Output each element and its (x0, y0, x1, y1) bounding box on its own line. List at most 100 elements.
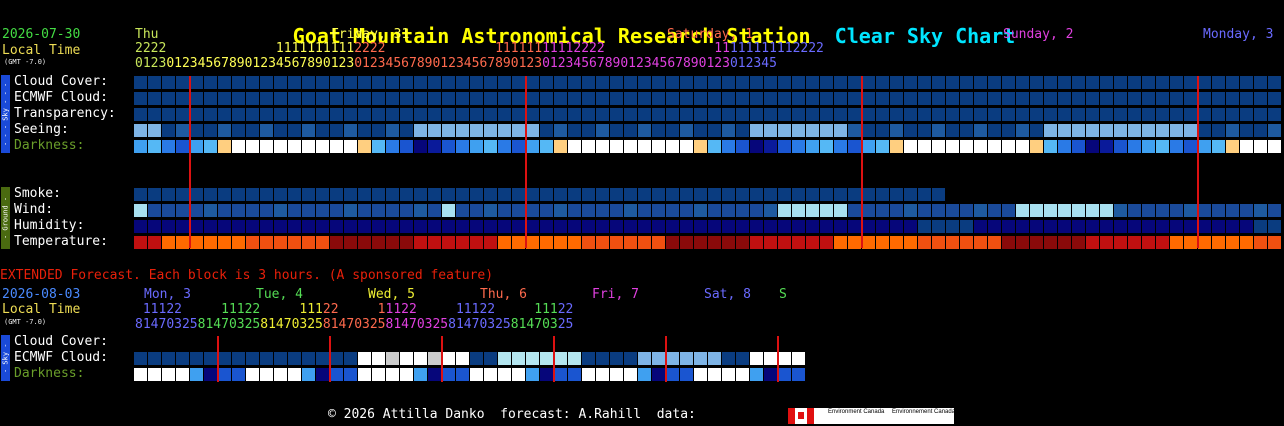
cloud-cover-cell[interactable] (358, 76, 371, 89)
ext-ecmwf-cell[interactable] (708, 352, 721, 365)
smoke-cell[interactable] (750, 188, 763, 201)
ecmwf-cloud-cell[interactable] (1198, 92, 1211, 105)
humidity-cell[interactable] (470, 220, 483, 233)
humidity-cell[interactable] (190, 220, 203, 233)
cloud-cover-cell[interactable] (246, 76, 259, 89)
darkness-cell[interactable] (820, 140, 833, 153)
seeing-cell[interactable] (1184, 124, 1197, 137)
ecmwf-cloud-cell[interactable] (736, 92, 749, 105)
seeing-cell[interactable] (288, 124, 301, 137)
ext-ecmwf-cell[interactable] (344, 352, 357, 365)
transparency-cell[interactable] (484, 108, 497, 121)
temperature-cell[interactable] (512, 236, 525, 249)
ext-darkness-cell[interactable] (288, 368, 301, 381)
humidity-cell[interactable] (750, 220, 763, 233)
cloud-cover-cell[interactable] (652, 76, 665, 89)
transparency-cell[interactable] (1072, 108, 1085, 121)
ext-darkness-cell[interactable] (344, 368, 357, 381)
transparency-cell[interactable] (372, 108, 385, 121)
ext-darkness-cell[interactable] (764, 368, 777, 381)
seeing-cell[interactable] (1100, 124, 1113, 137)
humidity-cell[interactable] (358, 220, 371, 233)
darkness-cell[interactable] (610, 140, 623, 153)
wind-cell[interactable] (680, 204, 693, 217)
cloud-cover-cell[interactable] (596, 76, 609, 89)
smoke-cell[interactable] (820, 188, 833, 201)
ecmwf-cloud-cell[interactable] (1086, 92, 1099, 105)
ext-darkness-cell[interactable] (232, 368, 245, 381)
humidity-cell[interactable] (540, 220, 553, 233)
smoke-cell[interactable] (722, 188, 735, 201)
seeing-cell[interactable] (974, 124, 987, 137)
smoke-cell[interactable] (148, 188, 161, 201)
smoke-cell[interactable] (316, 188, 329, 201)
smoke-cell[interactable] (484, 188, 497, 201)
ecmwf-cloud-cell[interactable] (372, 92, 385, 105)
transparency-cell[interactable] (960, 108, 973, 121)
smoke-cell[interactable] (638, 188, 651, 201)
darkness-cell[interactable] (470, 140, 483, 153)
temperature-cell[interactable] (1226, 236, 1239, 249)
transparency-cell[interactable] (638, 108, 651, 121)
humidity-cell[interactable] (1240, 220, 1253, 233)
humidity-cell[interactable] (498, 220, 511, 233)
cloud-cover-cell[interactable] (1142, 76, 1155, 89)
smoke-cell[interactable] (624, 188, 637, 201)
temperature-cell[interactable] (596, 236, 609, 249)
temperature-cell[interactable] (680, 236, 693, 249)
ecmwf-cloud-cell[interactable] (708, 92, 721, 105)
seeing-cell[interactable] (442, 124, 455, 137)
wind-cell[interactable] (190, 204, 203, 217)
transparency-cell[interactable] (204, 108, 217, 121)
ecmwf-cloud-cell[interactable] (232, 92, 245, 105)
darkness-grid[interactable] (134, 140, 1282, 154)
ext-ecmwf-cell[interactable] (330, 352, 343, 365)
smoke-cell[interactable] (890, 188, 903, 201)
smoke-cell[interactable] (792, 188, 805, 201)
temperature-cell[interactable] (1240, 236, 1253, 249)
transparency-cell[interactable] (456, 108, 469, 121)
wind-cell[interactable] (484, 204, 497, 217)
cloud-cover-cell[interactable] (316, 76, 329, 89)
ext-darkness-cell[interactable] (428, 368, 441, 381)
smoke-cell[interactable] (246, 188, 259, 201)
darkness-cell[interactable] (708, 140, 721, 153)
cloud-cover-grid[interactable] (134, 76, 1282, 90)
wind-cell[interactable] (1128, 204, 1141, 217)
ecmwf-cloud-cell[interactable] (288, 92, 301, 105)
smoke-cell[interactable] (540, 188, 553, 201)
cloud-cover-cell[interactable] (1156, 76, 1169, 89)
darkness-cell[interactable] (288, 140, 301, 153)
wind-cell[interactable] (694, 204, 707, 217)
darkness-cell[interactable] (330, 140, 343, 153)
seeing-cell[interactable] (358, 124, 371, 137)
temperature-cell[interactable] (1142, 236, 1155, 249)
humidity-cell[interactable] (568, 220, 581, 233)
smoke-cell[interactable] (288, 188, 301, 201)
darkness-cell[interactable] (750, 140, 763, 153)
ext-ecmwf-cell[interactable] (512, 352, 525, 365)
humidity-cell[interactable] (1142, 220, 1155, 233)
transparency-cell[interactable] (1170, 108, 1183, 121)
wind-cell[interactable] (862, 204, 875, 217)
ecmwf-cloud-cell[interactable] (1170, 92, 1183, 105)
transparency-cell[interactable] (1142, 108, 1155, 121)
ext-darkness-cell[interactable] (134, 368, 147, 381)
humidity-cell[interactable] (694, 220, 707, 233)
humidity-cell[interactable] (624, 220, 637, 233)
humidity-cell[interactable] (708, 220, 721, 233)
wind-cell[interactable] (442, 204, 455, 217)
cloud-cover-cell[interactable] (274, 76, 287, 89)
darkness-cell[interactable] (1170, 140, 1183, 153)
smoke-cell[interactable] (554, 188, 567, 201)
cloud-cover-cell[interactable] (1100, 76, 1113, 89)
ecmwf-cloud-cell[interactable] (414, 92, 427, 105)
ext-darkness-cell[interactable] (470, 368, 483, 381)
ext-ecmwf-cell[interactable] (218, 352, 231, 365)
smoke-cell[interactable] (694, 188, 707, 201)
transparency-cell[interactable] (1156, 108, 1169, 121)
ecmwf-cloud-cell[interactable] (624, 92, 637, 105)
transparency-cell[interactable] (764, 108, 777, 121)
smoke-cell[interactable] (526, 188, 539, 201)
smoke-cell[interactable] (344, 188, 357, 201)
